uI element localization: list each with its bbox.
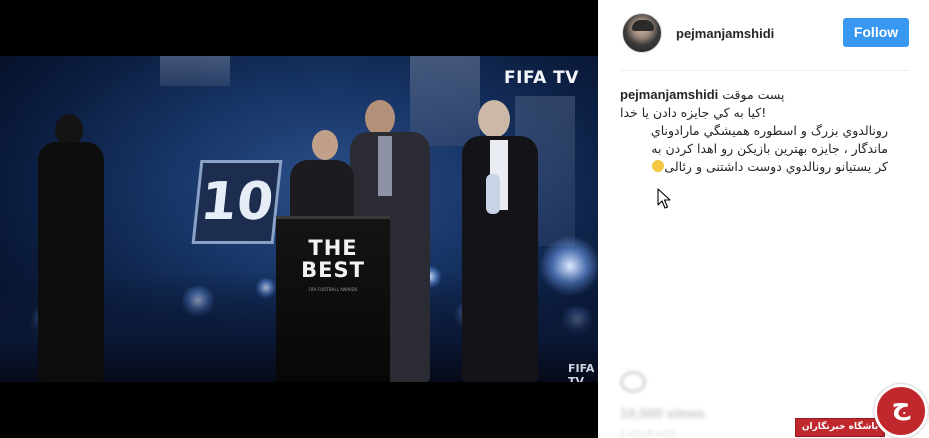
video-player[interactable]: 10 FIFA TV FIFA TV THE BEST FIFA FOOTBAL… — [0, 56, 598, 382]
post-panel: pejmanjamshidi Follow pejmanjamshidi پست… — [598, 0, 929, 438]
watermark-label: باشگاه خبرنگاران — [795, 418, 885, 437]
podium-subtitle: FIFA FOOTBALL AWARDS — [308, 287, 358, 292]
backdrop-number: 10 — [191, 160, 283, 244]
caption-last-text: کر يستيانو رونالدوي دوست داشتنى و رئالى — [664, 159, 888, 174]
view-count: 10,500 views — [620, 405, 705, 421]
username-link[interactable]: pejmanjamshidi — [676, 26, 774, 41]
media-pane: 10 FIFA TV FIFA TV THE BEST FIFA FOOTBAL… — [0, 0, 598, 438]
podium-logo-line2: BEST — [301, 258, 365, 282]
avatar-hair — [632, 20, 654, 31]
heart-icon[interactable] — [620, 371, 646, 393]
avatar[interactable] — [622, 13, 662, 53]
post-header: pejmanjamshidi Follow — [598, 0, 929, 70]
post-timestamp: 1 HOUR AGO — [620, 429, 677, 438]
arrow-cursor-icon — [657, 188, 671, 209]
podium: THE BEST FIFA FOOTBALL AWARDS — [276, 216, 390, 382]
follow-button[interactable]: Follow — [843, 18, 909, 47]
backdrop-panel — [160, 56, 230, 86]
header-divider — [620, 70, 909, 71]
watermark-logo: ج — [874, 384, 928, 438]
caption-line: رونالدوي بزرگ و اسطوره هميشگي مارادوناي — [650, 123, 888, 138]
caption-line: !کيا به کي جايزه دادن يا خدا — [620, 105, 767, 120]
smiling-face-icon — [652, 160, 665, 172]
caption-line: pejmanjamshidi پست موقت — [620, 87, 888, 105]
backdrop-panel — [410, 56, 480, 146]
podium-logo-line1: THE — [308, 236, 358, 260]
channel-logo: FIFA TV — [504, 68, 579, 88]
channel-logo-small: FIFA TV — [568, 362, 595, 382]
watermark-glyph: ج — [891, 391, 911, 421]
caption-username-link[interactable]: pejmanjamshidi — [620, 87, 718, 102]
caption-line: کر يستيانو رونالدوي دوست داشتنى و رئالى — [620, 159, 888, 177]
caption-line: ماندگار ، جايزه بهترين بازيکن رو اهدا کر… — [651, 141, 888, 156]
post-caption: pejmanjamshidi پست موقت !کيا به کي جايزه… — [620, 87, 888, 177]
trophy — [486, 174, 500, 214]
caption-title: پست موقت — [722, 87, 785, 102]
